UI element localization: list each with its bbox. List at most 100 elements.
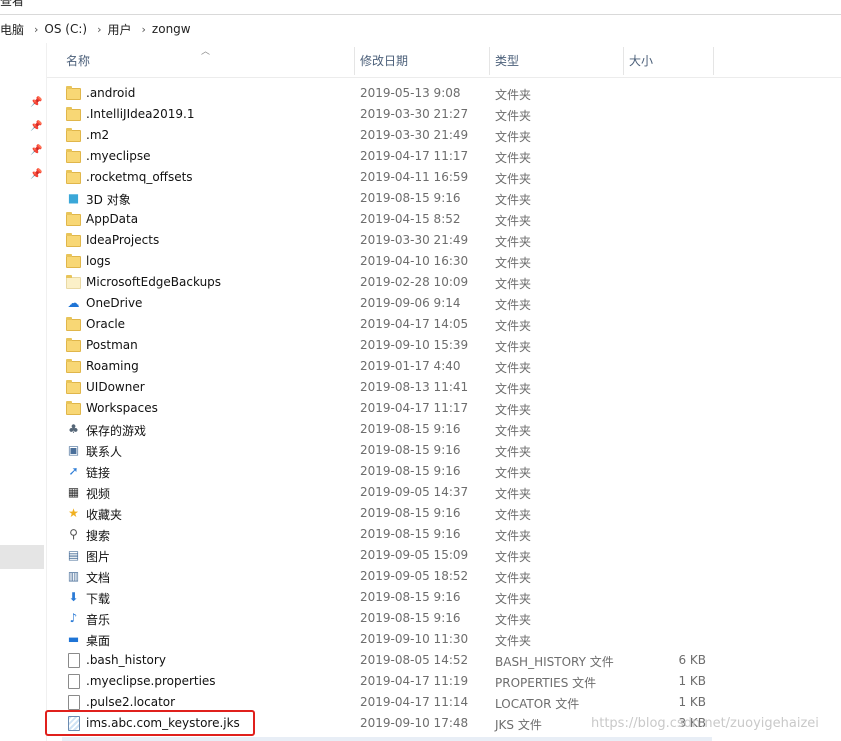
file-date: 2019-09-05 14:37 <box>360 485 469 499</box>
file-date: 2019-09-06 9:14 <box>360 296 461 310</box>
file-row[interactable]: Oracle 2019-04-17 14:05 文件夹 <box>62 314 722 335</box>
chevron-right-icon[interactable]: › <box>136 23 152 36</box>
file-row[interactable]: ▦ 视频 2019-09-05 14:37 文件夹 <box>62 482 722 503</box>
file-row[interactable]: Postman 2019-09-10 15:39 文件夹 <box>62 335 722 356</box>
file-row[interactable]: .myeclipse.properties 2019-04-17 11:19 PRO… <box>62 671 722 692</box>
highlight-annotation <box>45 710 255 736</box>
address-bar[interactable]: 电脑 › OS (C:) › 用户 › zongw <box>0 14 841 44</box>
file-type: 文件夹 <box>495 403 532 417</box>
file-row[interactable]: ☁ OneDrive 2019-09-06 9:14 文件夹 <box>62 293 722 314</box>
file-name: 下载 <box>86 592 111 606</box>
file-row[interactable]: .m2 2019-03-30 21:49 文件夹 <box>62 125 722 146</box>
file-row[interactable]: ▥ 文档 2019-09-05 18:52 文件夹 <box>62 566 722 587</box>
breadcrumb-users[interactable]: 用户 <box>108 21 136 38</box>
file-type: 文件夹 <box>495 319 532 333</box>
file-type: 文件夹 <box>495 172 532 186</box>
nav-selected-item[interactable] <box>0 545 44 569</box>
pin-icon[interactable]: 📌 <box>30 121 42 132</box>
file-date: 2019-09-05 18:52 <box>360 569 469 583</box>
file-type: 文件夹 <box>495 424 532 438</box>
column-divider[interactable] <box>713 47 714 75</box>
3d-objects-icon: ■ <box>67 191 80 205</box>
pin-icon[interactable]: 📌 <box>30 145 42 156</box>
file-row[interactable]: .myeclipse 2019-04-17 11:17 文件夹 <box>62 146 722 167</box>
desktop-icon: ▬ <box>67 632 80 646</box>
file-date: 2019-08-15 9:16 <box>360 590 461 604</box>
chevron-right-icon[interactable]: › <box>91 23 107 36</box>
file-date: 2019-09-10 17:48 <box>360 716 469 730</box>
file-date: 2019-03-30 21:49 <box>360 233 469 247</box>
file-date: 2019-04-17 11:19 <box>360 674 469 688</box>
folder-icon <box>66 317 81 331</box>
file-row[interactable]: AppData 2019-04-15 8:52 文件夹 <box>62 209 722 230</box>
file-row[interactable]: .bash_history 2019-08-05 14:52 BASH_HISTOR… <box>62 650 722 671</box>
file-date: 2019-08-15 9:16 <box>360 422 461 436</box>
column-divider[interactable] <box>623 47 624 75</box>
file-date: 2019-08-15 9:16 <box>360 611 461 625</box>
file-date: 2019-09-10 15:39 <box>360 338 469 352</box>
file-name: Roaming <box>86 359 139 373</box>
menu-strip: 查看 <box>0 0 841 12</box>
file-row[interactable]: .android 2019-05-13 9:08 文件夹 <box>62 83 722 104</box>
saved-games-icon: ♣ <box>68 422 79 436</box>
file-row[interactable]: ♪ 音乐 2019-08-15 9:16 文件夹 <box>62 608 722 629</box>
file-type: 文件夹 <box>495 88 532 102</box>
file-row[interactable]: .rocketmq_offsets 2019-04-11 16:59 文件夹 <box>62 167 722 188</box>
file-date: 2019-08-15 9:16 <box>360 527 461 541</box>
file-date: 2019-04-17 14:05 <box>360 317 469 331</box>
file-date: 2019-05-13 9:08 <box>360 86 461 100</box>
file-date: 2019-04-17 11:17 <box>360 149 469 163</box>
pin-icon[interactable]: 📌 <box>30 169 42 180</box>
file-date: 2019-02-28 10:09 <box>360 275 469 289</box>
file-row[interactable]: ⬇ 下载 2019-08-15 9:16 文件夹 <box>62 587 722 608</box>
file-name: .rocketmq_offsets <box>86 170 193 184</box>
file-row[interactable]: logs 2019-04-10 16:30 文件夹 <box>62 251 722 272</box>
file-name: UIDowner <box>86 380 145 394</box>
contacts-icon: ▣ <box>67 443 80 457</box>
folder-icon <box>66 401 81 415</box>
chevron-right-icon[interactable]: › <box>28 23 44 36</box>
file-name: 3D 对象 <box>86 193 131 207</box>
file-row[interactable]: IdeaProjects 2019-03-30 21:49 文件夹 <box>62 230 722 251</box>
file-row[interactable]: ■ 3D 对象 2019-08-15 9:16 文件夹 <box>62 188 722 209</box>
file-row[interactable]: ★ 收藏夹 2019-08-15 9:16 文件夹 <box>62 503 722 524</box>
column-header-name[interactable]: 名称 <box>66 47 90 75</box>
file-name: 联系人 <box>86 445 123 459</box>
file-row[interactable]: Workspaces 2019-04-17 11:17 文件夹 <box>62 398 722 419</box>
menu-view-label[interactable]: 查看 <box>0 0 24 9</box>
file-type: 文件夹 <box>495 256 532 270</box>
file-name: 音乐 <box>86 613 111 627</box>
column-divider[interactable] <box>354 47 355 75</box>
file-row[interactable]: .IntelliJIdea2019.1 2019-03-30 21:27 文件夹 <box>62 104 722 125</box>
file-row[interactable]: ⚲ 搜索 2019-08-15 9:16 文件夹 <box>62 524 722 545</box>
file-name: 链接 <box>86 466 111 480</box>
file-row[interactable]: ▣ 联系人 2019-08-15 9:16 文件夹 <box>62 440 722 461</box>
pin-icon[interactable]: 📌 <box>30 97 42 108</box>
column-header-bar <box>0 43 841 78</box>
file-name: .m2 <box>86 128 110 142</box>
file-row[interactable]: MicrosoftEdgeBackups 2019-02-28 10:09 文件夹 <box>62 272 722 293</box>
file-name: Oracle <box>86 317 126 331</box>
file-size: 1 KB <box>678 674 706 688</box>
file-row[interactable]: UIDowner 2019-08-13 11:41 文件夹 <box>62 377 722 398</box>
file-name: 收藏夹 <box>86 508 123 522</box>
column-header-type[interactable]: 类型 <box>495 47 519 75</box>
file-row[interactable]: Roaming 2019-01-17 4:40 文件夹 <box>62 356 722 377</box>
column-header-date[interactable]: 修改日期 <box>360 47 408 75</box>
column-divider[interactable] <box>489 47 490 75</box>
breadcrumb-drive[interactable]: OS (C:) <box>44 22 91 36</box>
file-type: 文件夹 <box>495 571 532 585</box>
file-date: 2019-01-17 4:40 <box>360 359 461 373</box>
file-row[interactable]: ➚ 链接 2019-08-15 9:16 文件夹 <box>62 461 722 482</box>
file-row[interactable]: ♣ 保存的游戏 2019-08-15 9:16 文件夹 <box>62 419 722 440</box>
column-header-size[interactable]: 大小 <box>629 47 653 75</box>
breadcrumb-this-pc[interactable]: 电脑 <box>0 21 28 38</box>
file-name: IdeaProjects <box>86 233 160 247</box>
file-type: 文件夹 <box>495 382 532 396</box>
breadcrumb-user-folder[interactable]: zongw <box>152 22 195 36</box>
file-size: 1 KB <box>678 695 706 709</box>
file-row[interactable]: ▬ 桌面 2019-09-10 11:30 文件夹 <box>62 629 722 650</box>
folder-icon <box>66 275 81 289</box>
sort-ascending-icon: ︿ <box>201 47 211 57</box>
file-row[interactable]: ▤ 图片 2019-09-05 15:09 文件夹 <box>62 545 722 566</box>
